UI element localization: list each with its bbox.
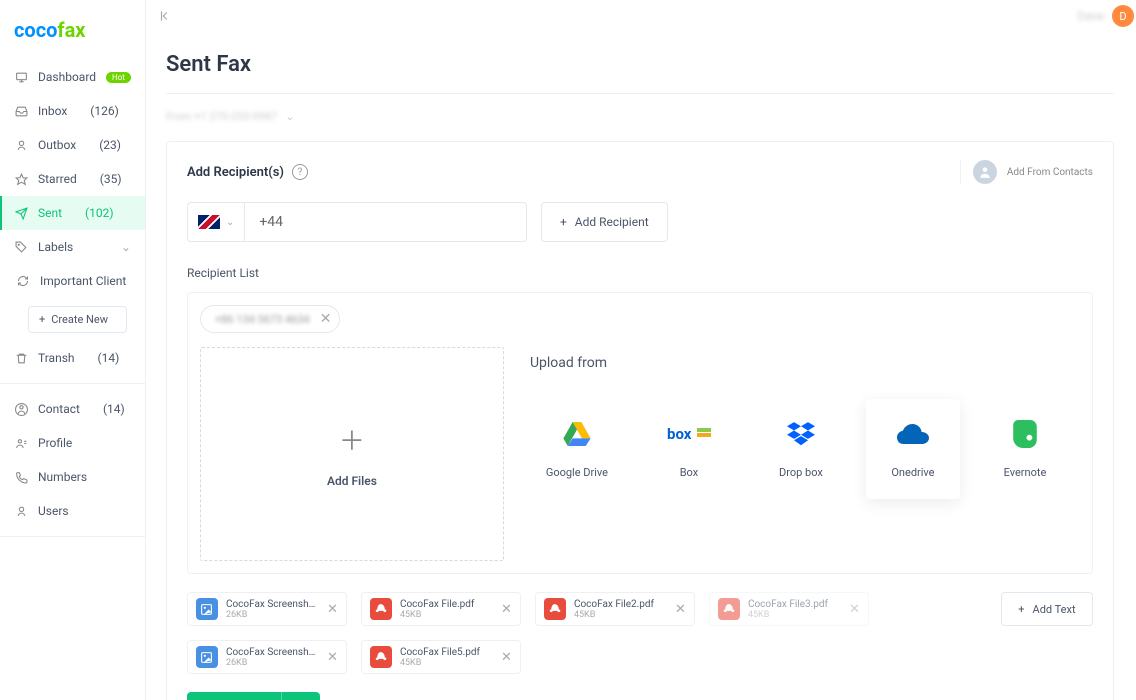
remove-recipient-button[interactable]: ✕ [320, 311, 332, 327]
provider-onedrive[interactable]: Onedrive [866, 399, 960, 499]
nav-starred[interactable]: Starred (35) [0, 162, 145, 196]
main: Dave D Sent Fax From +1 270-253-0987 ⌄ A… [146, 0, 1136, 700]
nav-sent[interactable]: Sent (102) [0, 196, 145, 230]
send-now-button[interactable]: Send Now [187, 692, 282, 700]
outbox-icon [14, 138, 28, 152]
add-recipients-title: Add Recipient(s) [187, 165, 284, 180]
sidebar: cocofax Dashboard Hot Inbox (126) Outbox… [0, 0, 146, 700]
remove-file-button[interactable]: ✕ [501, 602, 512, 617]
pdf-file-icon [718, 598, 740, 620]
collapse-sidebar-button[interactable] [158, 9, 172, 23]
refresh-icon [16, 274, 30, 288]
flag-uk-icon [198, 215, 220, 229]
trash-icon [14, 351, 28, 365]
dashboard-icon [14, 70, 28, 84]
chevron-down-icon: ⌄ [226, 217, 234, 228]
provider-evernote[interactable]: Evernote [978, 399, 1072, 499]
file-chip: CocoFax Screensho…26KB ✕ [187, 640, 347, 674]
plus-icon: + [560, 215, 567, 229]
chevron-down-icon: ⌄ [285, 110, 294, 123]
users-icon [14, 504, 28, 518]
recipient-list-label: Recipient List [187, 266, 1093, 280]
phone-icon [14, 470, 28, 484]
nav-outbox[interactable]: Outbox (23) [0, 128, 145, 162]
create-new-button[interactable]: + Create New [28, 306, 127, 333]
remove-file-button[interactable]: ✕ [327, 650, 338, 665]
image-file-icon [196, 598, 218, 620]
plus-icon: ＋ [339, 421, 365, 458]
pdf-file-icon [370, 598, 392, 620]
nav-contact[interactable]: Contact (14) [0, 392, 145, 426]
file-chip: CocoFax Screensho…26KB ✕ [187, 592, 347, 626]
upload-from-section: Upload from Google Drive box Box [522, 347, 1080, 561]
tag-icon [14, 240, 28, 254]
recipient-chip: +86 134 5673 4634 ✕ [200, 305, 341, 333]
user-name: Dave [1078, 9, 1104, 23]
country-selector[interactable]: ⌄ [188, 203, 245, 241]
provider-google-drive[interactable]: Google Drive [530, 399, 624, 499]
add-text-button[interactable]: + Add Text [1001, 592, 1093, 626]
from-selector[interactable]: From +1 270-253-0987 ⌄ [166, 110, 1114, 123]
box-icon: box [667, 420, 711, 448]
compose-card: Add Recipient(s) ? Add From Contacts ⌄ +… [166, 141, 1114, 700]
help-icon[interactable]: ? [292, 164, 308, 180]
add-recipient-button[interactable]: + Add Recipient [541, 202, 668, 242]
recipient-list: +86 134 5673 4634 ✕ ＋ Add Files Upload f… [187, 292, 1093, 574]
nav-trash[interactable]: Transh (14) [0, 341, 145, 375]
file-chip: CocoFax File3.pdf45KB ✕ [709, 592, 869, 626]
nav-important-client[interactable]: Important Client [0, 264, 145, 298]
file-chip: CocoFax File.pdf45KB ✕ [361, 592, 521, 626]
remove-file-button[interactable]: ✕ [849, 602, 860, 617]
remove-file-button[interactable]: ✕ [675, 602, 686, 617]
profile-icon [14, 436, 28, 450]
nav-inbox[interactable]: Inbox (126) [0, 94, 145, 128]
nav-profile[interactable]: Profile [0, 426, 145, 460]
evernote-icon [1013, 420, 1037, 448]
add-from-contacts-button[interactable]: Add From Contacts [960, 160, 1093, 184]
plus-icon: + [1018, 603, 1024, 616]
provider-dropbox[interactable]: Drop box [754, 399, 848, 499]
plus-icon: + [39, 313, 45, 326]
file-chip: CocoFax File5.pdf45KB ✕ [361, 640, 521, 674]
onedrive-icon [897, 420, 929, 448]
pdf-file-icon [370, 646, 392, 668]
hot-badge: Hot [106, 72, 131, 83]
dropbox-icon [787, 420, 815, 448]
nav-users[interactable]: Users [0, 494, 145, 528]
add-files-dropzone[interactable]: ＋ Add Files [200, 347, 504, 561]
chevron-down-icon: ⌄ [121, 240, 131, 254]
phone-code: +44 [245, 214, 297, 230]
star-icon [14, 172, 28, 186]
contact-icon [14, 402, 28, 416]
topbar: Dave D [146, 0, 1136, 32]
attached-files: CocoFax Screensho…26KB ✕ CocoFax File.pd… [187, 592, 1093, 674]
phone-input[interactable]: ⌄ +44 [187, 202, 527, 242]
send-icon [14, 206, 28, 220]
remove-file-button[interactable]: ✕ [501, 650, 512, 665]
svg-text:box: box [667, 425, 692, 443]
file-chip: CocoFax File2.pdf45KB ✕ [535, 592, 695, 626]
send-options-button[interactable] [282, 692, 320, 700]
nav-labels[interactable]: Labels ⌄ [0, 230, 145, 264]
avatar[interactable]: D [1112, 5, 1134, 27]
pdf-file-icon [544, 598, 566, 620]
inbox-icon [14, 104, 28, 118]
nav-dashboard[interactable]: Dashboard Hot [0, 60, 145, 94]
logo[interactable]: cocofax [0, 0, 145, 60]
page-title: Sent Fax [166, 52, 1114, 94]
provider-box[interactable]: box Box [642, 399, 736, 499]
remove-file-button[interactable]: ✕ [327, 602, 338, 617]
google-drive-icon [563, 420, 591, 448]
nav-numbers[interactable]: Numbers [0, 460, 145, 494]
image-file-icon [196, 646, 218, 668]
contacts-icon [973, 160, 997, 184]
